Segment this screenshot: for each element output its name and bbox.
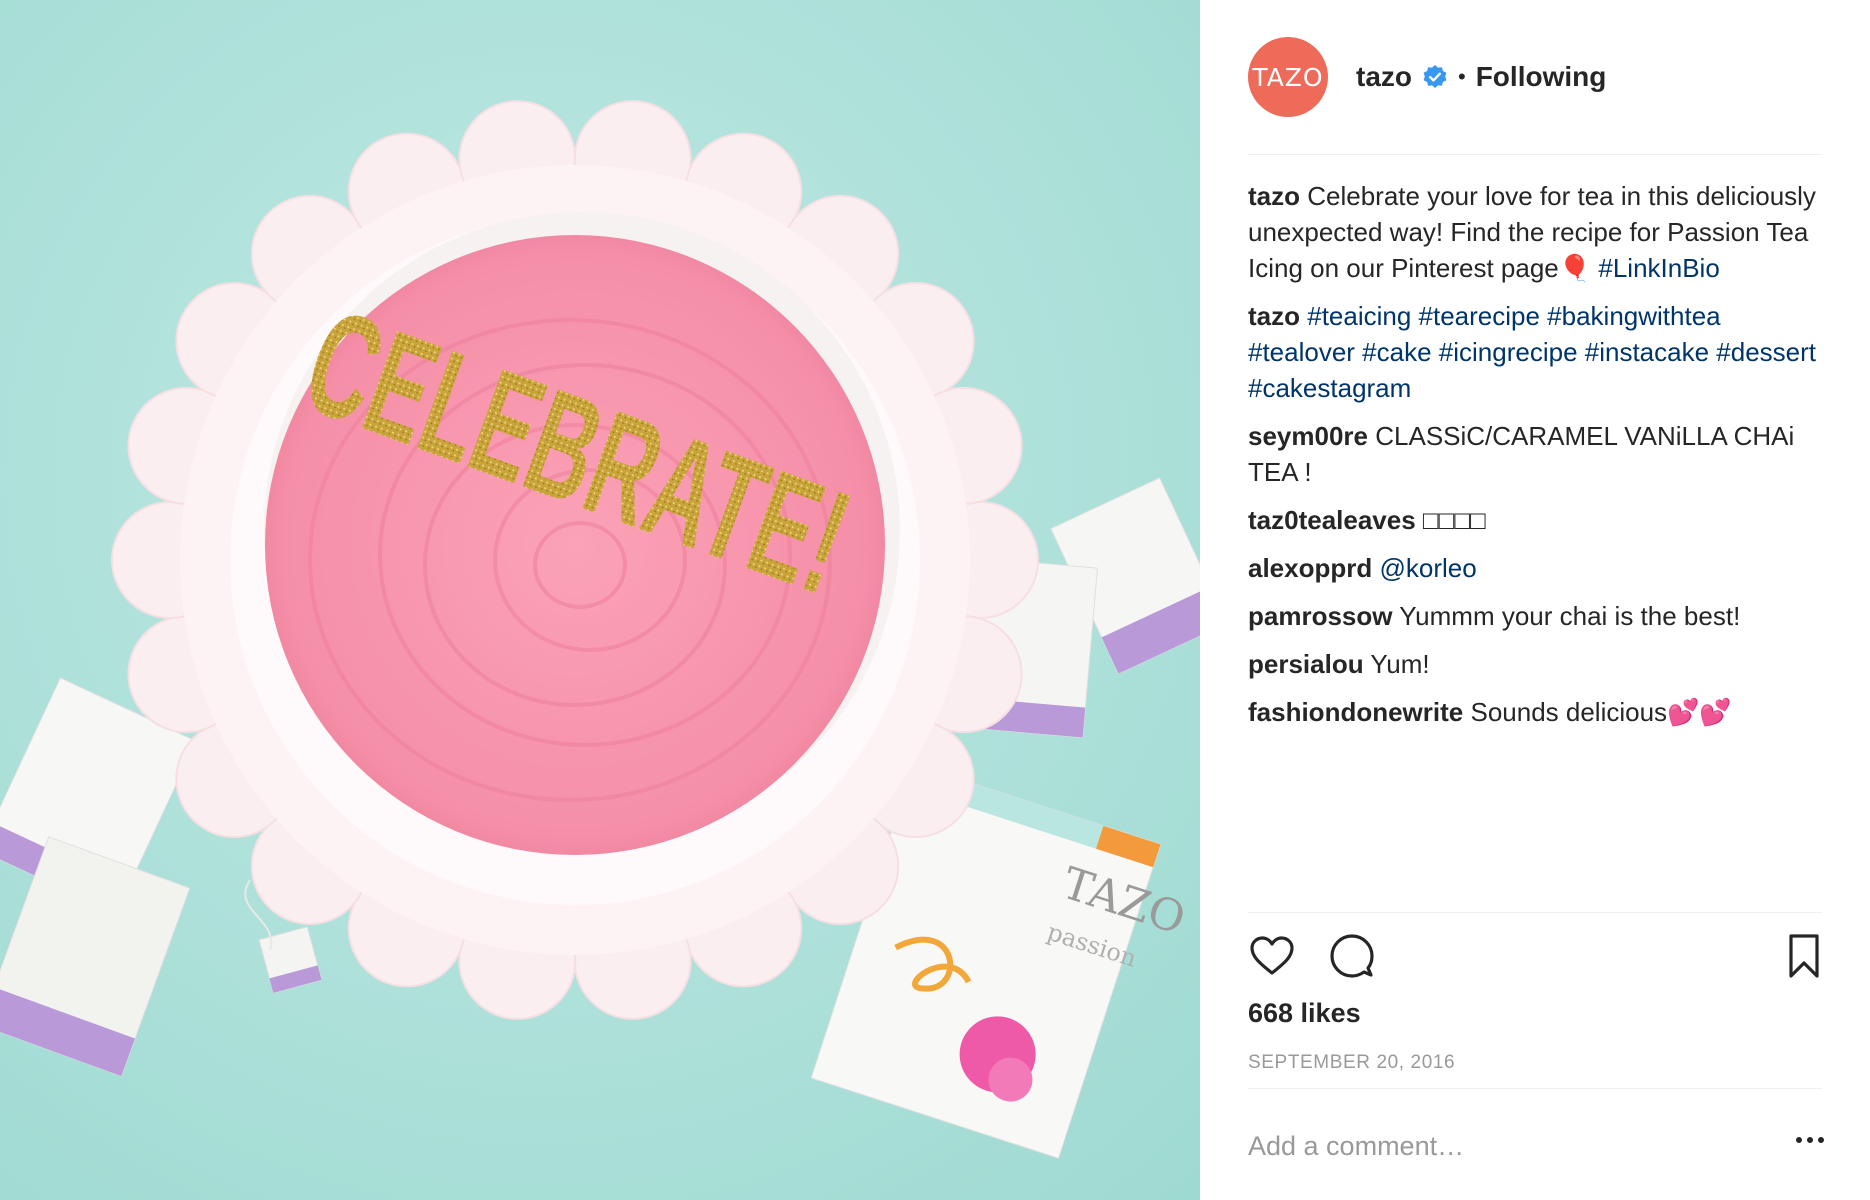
heart-icon[interactable]	[1248, 932, 1296, 980]
comment-item: taz0tealeaves □□□□	[1248, 502, 1822, 538]
separator-dot: •	[1458, 64, 1466, 89]
comment-text: Sounds delicious💕💕	[1470, 697, 1732, 727]
comment-item: tazo #teaicing #tearecipe #bakingwithtea…	[1248, 298, 1822, 406]
post-date[interactable]: SEPTEMBER 20, 2016	[1248, 1052, 1455, 1074]
comment-text: □□□□	[1422, 505, 1486, 535]
divider	[1248, 154, 1822, 155]
more-options-icon[interactable]	[1790, 1120, 1830, 1160]
comment-list: tazo Celebrate your love for tea in this…	[1248, 178, 1822, 742]
comment-item: pamrossow Yummm your chai is the best!	[1248, 598, 1822, 634]
comment-text: Yummm your chai is the best!	[1399, 601, 1741, 631]
comment-item: seym00re CLASSiC/CARAMEL VANiLLA CHAi TE…	[1248, 418, 1822, 490]
cake-illustration: TAZO passion CELEBRATE!	[0, 0, 1200, 1200]
post-photo[interactable]: TAZO passion CELEBRATE!	[0, 0, 1200, 1200]
comment-username[interactable]: pamrossow	[1248, 601, 1393, 631]
comment-item: fashiondonewrite Sounds delicious💕💕	[1248, 694, 1822, 730]
add-comment-input[interactable]	[1248, 1124, 1748, 1168]
comment-username[interactable]: taz0tealeaves	[1248, 505, 1416, 535]
following-button[interactable]: Following	[1476, 61, 1607, 93]
comment-username[interactable]: tazo	[1248, 181, 1300, 211]
verified-badge-icon	[1423, 65, 1447, 88]
comment-hashtags[interactable]: @korleo	[1379, 553, 1476, 583]
comment-text: Yum!	[1370, 649, 1430, 679]
bookmark-icon[interactable]	[1780, 932, 1828, 980]
comment-text: Celebrate your love for tea in this deli…	[1248, 181, 1816, 283]
comment-hashtags[interactable]: #LinkInBio	[1598, 253, 1719, 283]
avatar-text: TAZO	[1252, 62, 1324, 92]
avatar[interactable]: TAZO	[1248, 37, 1328, 117]
post-details: TAZO tazo • Following tazo Celebrate you…	[1200, 0, 1870, 1200]
comment-hashtags[interactable]: #teaicing #tearecipe #bakingwithtea #tea…	[1248, 301, 1816, 403]
comment-item: persialou Yum!	[1248, 646, 1822, 682]
like-count[interactable]: 668 likes	[1248, 998, 1361, 1029]
comment-item: alexopprd @korleo	[1248, 550, 1822, 586]
divider	[1248, 912, 1822, 913]
comment-username[interactable]: tazo	[1248, 301, 1300, 331]
username-link[interactable]: tazo	[1356, 61, 1412, 93]
comment-username[interactable]: alexopprd	[1248, 553, 1372, 583]
comment-item: tazo Celebrate your love for tea in this…	[1248, 178, 1822, 286]
comment-username[interactable]: fashiondonewrite	[1248, 697, 1463, 727]
comment-username[interactable]: persialou	[1248, 649, 1364, 679]
post-header: TAZO tazo • Following	[1248, 34, 1822, 120]
comment-username[interactable]: seym00re	[1248, 421, 1368, 451]
divider	[1248, 1088, 1822, 1089]
comment-icon[interactable]	[1328, 932, 1376, 980]
action-bar	[1248, 932, 1822, 984]
